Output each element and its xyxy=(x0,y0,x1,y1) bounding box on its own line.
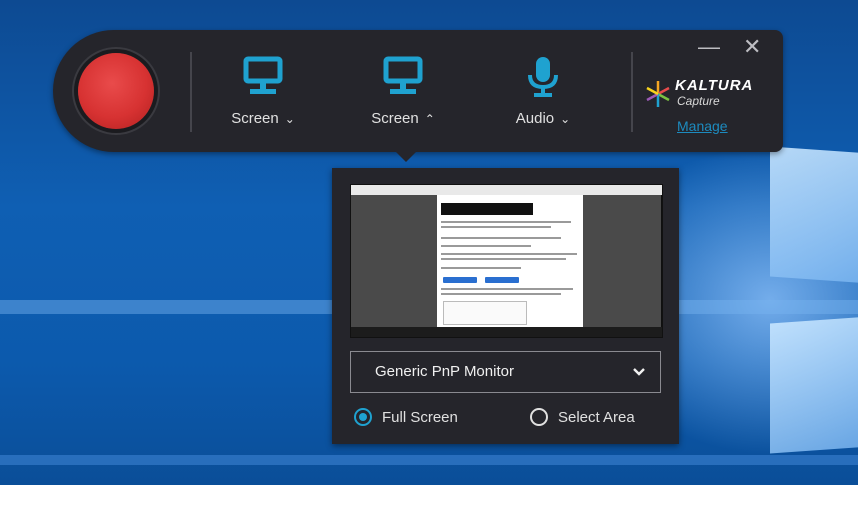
preview-line xyxy=(441,293,561,295)
record-button[interactable] xyxy=(78,53,154,129)
screen-preview-thumbnail xyxy=(350,184,663,338)
toolbar-divider xyxy=(190,52,192,132)
chevron-down-icon: ⌄ xyxy=(284,112,295,126)
preview-line xyxy=(441,237,561,239)
kaltura-capture-logo: KALTURA Capture xyxy=(645,77,775,117)
wallpaper-bottom-band xyxy=(0,485,858,516)
monitor-icon xyxy=(383,56,423,94)
microphone-icon xyxy=(528,57,558,97)
screen-source-panel: Generic PnP Monitor Full Screen Select A… xyxy=(332,168,679,444)
preview-box xyxy=(443,301,527,325)
monitor-select-value: Generic PnP Monitor xyxy=(375,363,514,380)
preview-browser-bar xyxy=(351,185,662,195)
preview-side-area xyxy=(351,195,437,327)
chevron-up-icon: ⌃ xyxy=(424,112,435,126)
radio-unselected-icon[interactable] xyxy=(530,408,548,426)
chevron-down-icon xyxy=(633,368,645,376)
screen-source-1-label: Screen xyxy=(231,110,279,127)
screen-source-1-button[interactable]: Screen ⌄ xyxy=(213,56,313,146)
monitor-icon xyxy=(243,56,283,94)
preview-line xyxy=(441,267,521,269)
wallpaper-window-pane xyxy=(770,316,858,454)
chevron-down-icon: ⌄ xyxy=(560,112,571,126)
preview-line xyxy=(441,258,566,260)
logo-subtitle: Capture xyxy=(677,94,720,108)
toolbar-divider xyxy=(631,52,633,132)
preview-block xyxy=(441,203,533,215)
audio-source-button[interactable]: Audio ⌄ xyxy=(493,56,593,146)
screen-source-2-label: Screen xyxy=(371,110,419,127)
logo-name: KALTURA xyxy=(675,77,754,94)
screen-source-2-button[interactable]: Screen ⌃ xyxy=(353,56,453,146)
audio-source-label: Audio xyxy=(515,110,555,127)
select-area-option[interactable]: Select Area xyxy=(530,408,660,430)
preview-button xyxy=(443,277,477,283)
preview-taskbar xyxy=(351,327,662,337)
preview-line xyxy=(441,288,573,290)
select-area-label: Select Area xyxy=(558,409,635,426)
panel-pointer-notch xyxy=(394,150,418,162)
close-button[interactable]: ✕ xyxy=(743,36,761,58)
preview-line xyxy=(441,245,531,247)
capture-toolbar: Screen ⌄ Screen ⌃ Audio ⌄ — ✕ KALTURA Ca… xyxy=(53,30,783,152)
full-screen-label: Full Screen xyxy=(382,409,458,426)
kaltura-burst-icon xyxy=(646,81,670,107)
wallpaper-light-beam xyxy=(0,455,858,465)
minimize-button[interactable]: — xyxy=(698,36,720,58)
preview-side-area xyxy=(583,195,661,327)
full-screen-option[interactable]: Full Screen xyxy=(354,408,484,430)
wallpaper-window-pane xyxy=(770,146,858,284)
preview-line xyxy=(441,226,551,228)
preview-line xyxy=(441,221,571,223)
monitor-select[interactable]: Generic PnP Monitor xyxy=(350,351,661,393)
preview-page xyxy=(437,195,583,327)
radio-selected-icon[interactable] xyxy=(354,408,372,426)
preview-button xyxy=(485,277,519,283)
manage-link[interactable]: Manage xyxy=(677,118,728,134)
preview-line xyxy=(441,253,577,255)
